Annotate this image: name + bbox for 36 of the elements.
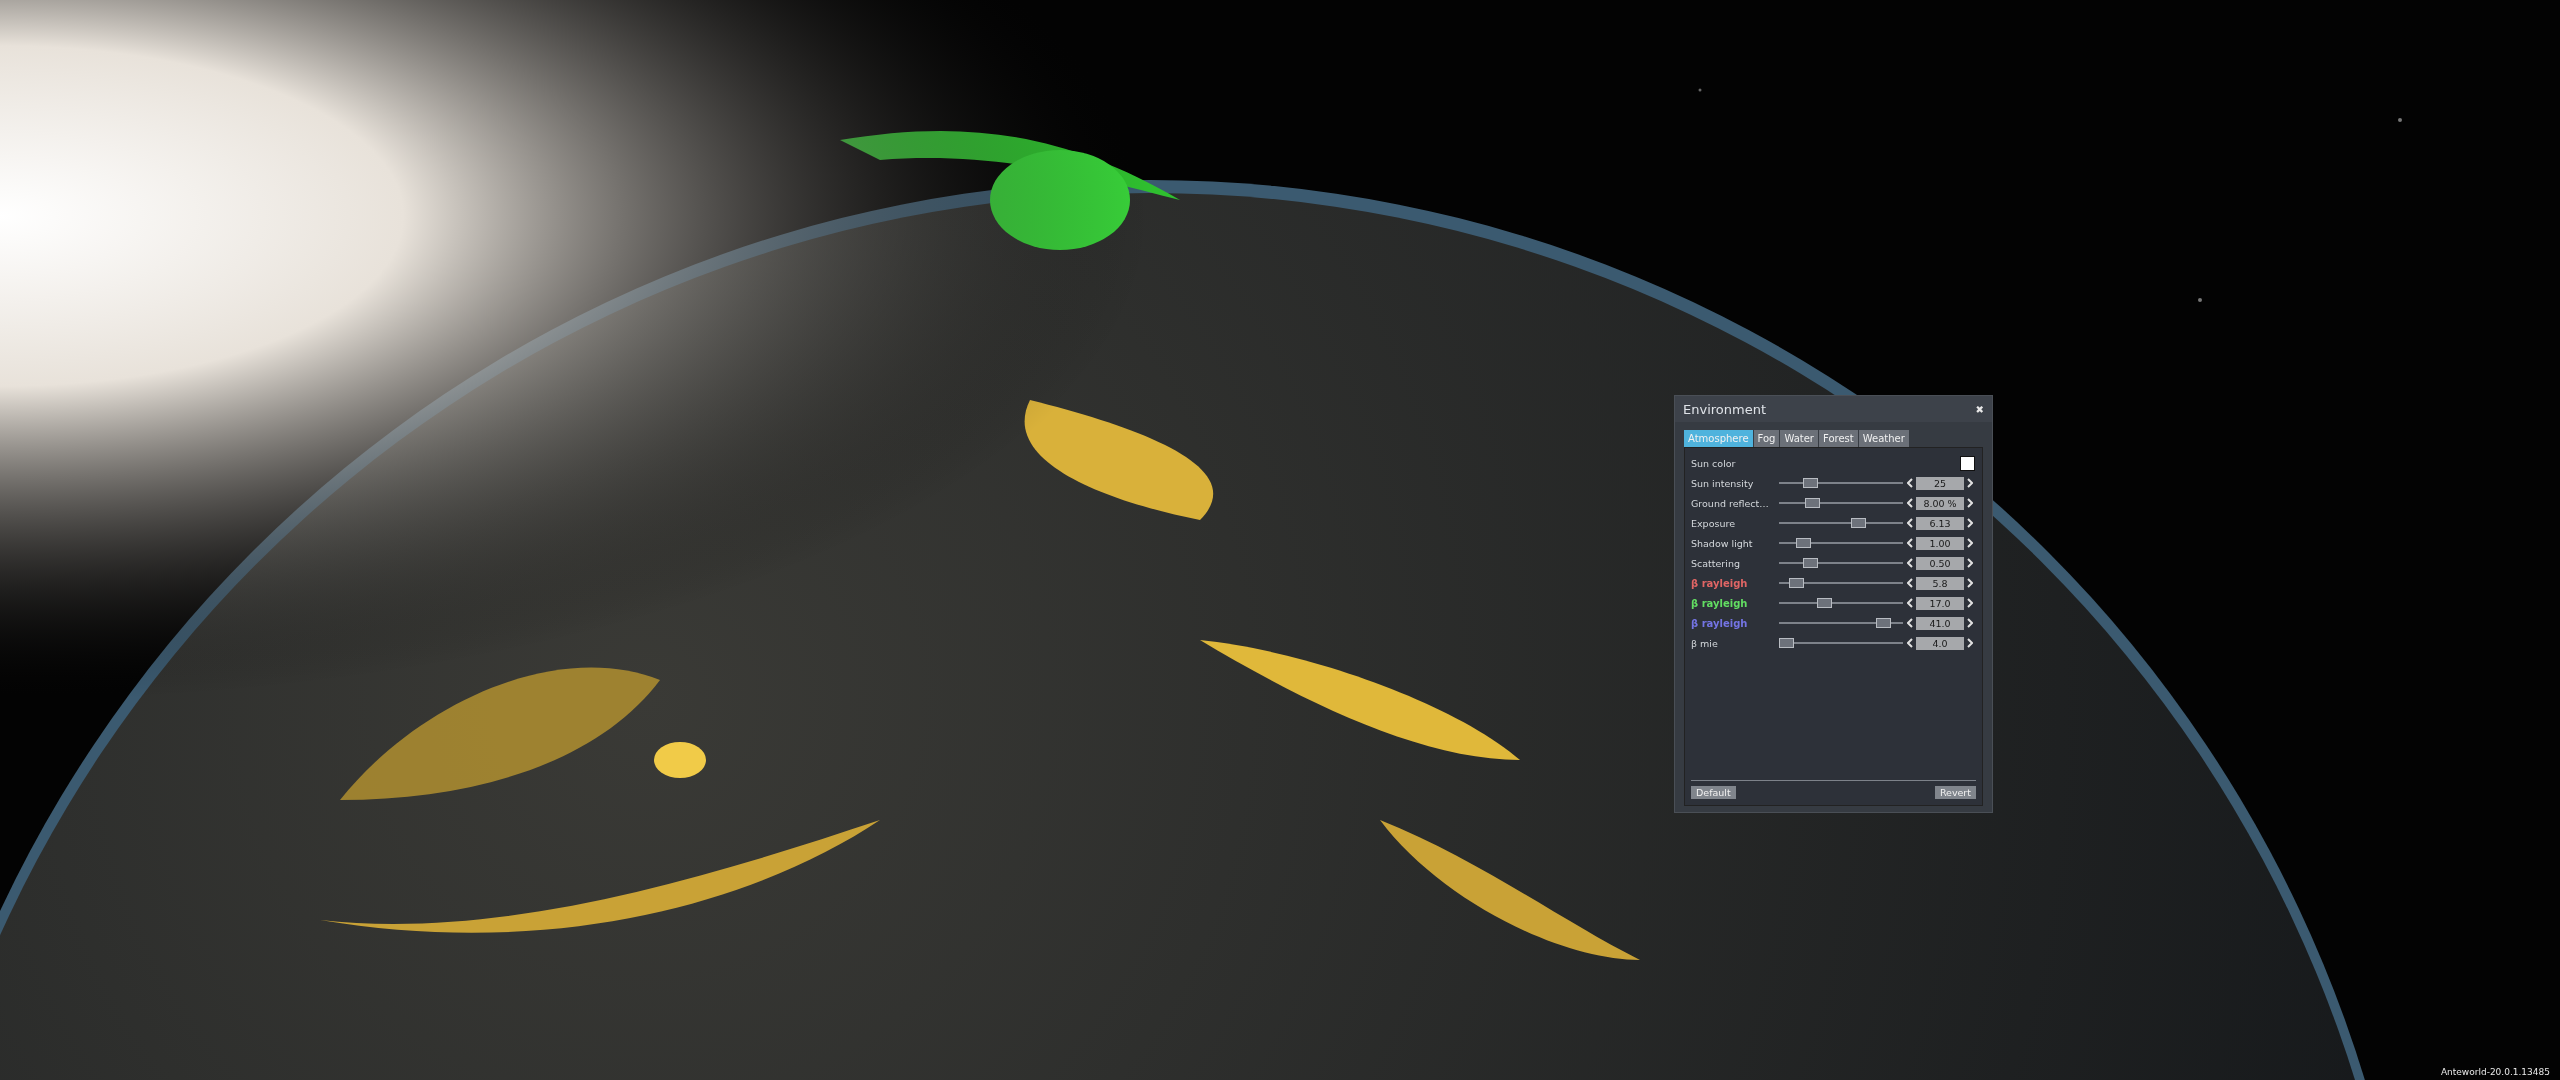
slider-thumb[interactable] — [1779, 638, 1794, 648]
version-label: Anteworld-20.0.1.13485 — [2440, 1067, 2550, 1077]
setting-label: Ground reflect… — [1691, 497, 1770, 509]
tab[interactable]: Water — [1780, 430, 1818, 447]
slider-thumb[interactable] — [1796, 538, 1812, 548]
value-field[interactable]: 4.0 — [1916, 636, 1964, 650]
setting-label: β rayleigh — [1691, 617, 1749, 629]
setting-label: Sun intensity — [1691, 477, 1755, 489]
setting-label: β rayleigh — [1691, 577, 1749, 589]
setting-label: Exposure — [1691, 517, 1736, 529]
slider-thumb[interactable] — [1817, 598, 1833, 608]
tab[interactable]: Weather — [1858, 430, 1909, 447]
value-field[interactable]: 0.50 — [1916, 556, 1964, 570]
setting-label: Sun color — [1691, 457, 1737, 469]
slider-thumb[interactable] — [1802, 478, 1818, 488]
value-field[interactable]: 17.0 — [1916, 596, 1964, 610]
slider-thumb[interactable] — [1875, 618, 1891, 628]
color-swatch[interactable] — [1960, 455, 1975, 471]
slider-thumb[interactable] — [1802, 558, 1818, 568]
tab[interactable]: Fog — [1753, 430, 1780, 447]
value-field[interactable]: 8.00 % — [1916, 496, 1964, 510]
setting-label: β mie — [1691, 637, 1719, 649]
tab[interactable]: Forest — [1819, 430, 1858, 447]
slider-thumb[interactable] — [1788, 578, 1804, 588]
value-field[interactable]: 1.00 — [1916, 536, 1964, 550]
close-button[interactable]: ✖ — [1975, 403, 1984, 415]
value-field[interactable]: 6.13 — [1916, 516, 1964, 530]
setting-label: β rayleigh — [1691, 597, 1749, 609]
value-field[interactable]: 25 — [1916, 476, 1964, 490]
slider-thumb[interactable] — [1850, 518, 1866, 528]
window-title: Environment — [1683, 401, 1766, 417]
value-field[interactable]: 5.8 — [1916, 576, 1964, 590]
value-field[interactable]: 41.0 — [1916, 616, 1964, 630]
slider-thumb[interactable] — [1804, 498, 1820, 508]
setting-label: Scattering — [1691, 557, 1741, 569]
setting-label: Shadow light — [1691, 537, 1754, 549]
